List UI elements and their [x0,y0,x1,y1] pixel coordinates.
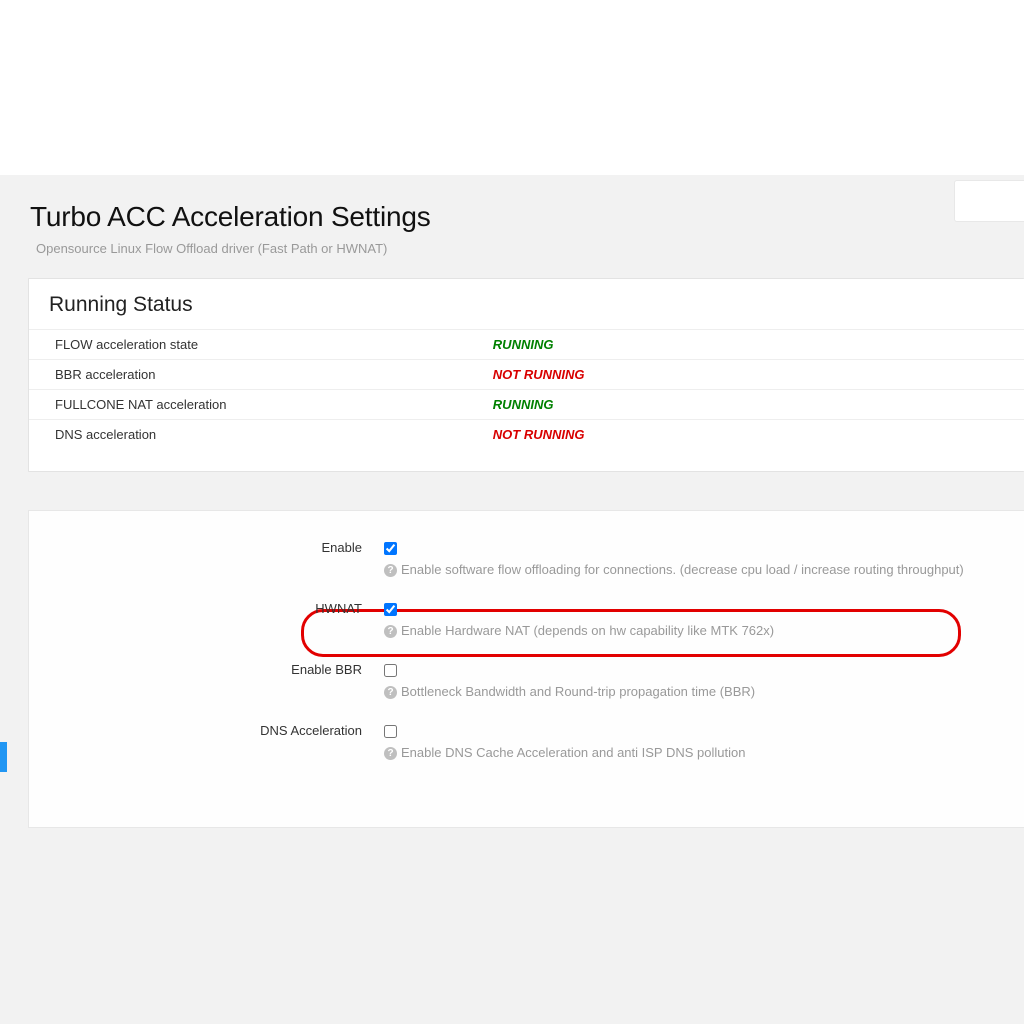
status-label: BBR acceleration [29,360,467,390]
bbr-help: ?Bottleneck Bandwidth and Round-trip pro… [384,684,1024,700]
help-icon: ? [384,625,397,638]
status-label: FLOW acceleration state [29,330,467,360]
status-row-bbr: BBR acceleration NOT RUNNING [29,360,1024,390]
hwnat-help: ?Enable Hardware NAT (depends on hw capa… [384,623,1024,639]
bbr-checkbox[interactable] [384,664,397,677]
left-accent-bar [0,742,7,772]
dns-checkbox[interactable] [384,725,397,738]
form-row-enable: Enable ?Enable software flow offloading … [29,539,1024,584]
dns-label: DNS Acceleration [29,722,384,738]
running-status-panel: Running Status FLOW acceleration state R… [28,278,1024,472]
status-value: NOT RUNNING [467,420,1024,450]
form-row-hwnat: HWNAT ?Enable Hardware NAT (depends on h… [29,600,1024,645]
hwnat-label: HWNAT [29,600,384,616]
status-table: FLOW acceleration state RUNNING BBR acce… [29,329,1024,449]
help-icon: ? [384,747,397,760]
hwnat-checkbox[interactable] [384,603,397,616]
form-row-bbr: Enable BBR ?Bottleneck Bandwidth and Rou… [29,661,1024,706]
status-row-fullcone: FULLCONE NAT acceleration RUNNING [29,390,1024,420]
running-status-heading: Running Status [49,293,1024,317]
form-row-dns: DNS Acceleration ?Enable DNS Cache Accel… [29,722,1024,767]
status-label: FULLCONE NAT acceleration [29,390,467,420]
help-icon: ? [384,686,397,699]
settings-form-panel: Enable ?Enable software flow offloading … [28,510,1024,828]
status-value: RUNNING [467,390,1024,420]
status-value: RUNNING [467,330,1024,360]
top-whitespace [0,0,1024,175]
help-icon: ? [384,564,397,577]
page-subtitle: Opensource Linux Flow Offload driver (Fa… [30,241,1024,256]
enable-label: Enable [29,539,384,555]
ghost-tab-fragment [954,180,1024,222]
enable-help: ?Enable software flow offloading for con… [384,562,1024,578]
status-value: NOT RUNNING [467,360,1024,390]
page-title: Turbo ACC Acceleration Settings [30,201,1024,233]
dns-help: ?Enable DNS Cache Acceleration and anti … [384,745,1024,761]
enable-checkbox[interactable] [384,542,397,555]
status-row-dns: DNS acceleration NOT RUNNING [29,420,1024,450]
status-label: DNS acceleration [29,420,467,450]
bbr-label: Enable BBR [29,661,384,677]
status-row-flow: FLOW acceleration state RUNNING [29,330,1024,360]
